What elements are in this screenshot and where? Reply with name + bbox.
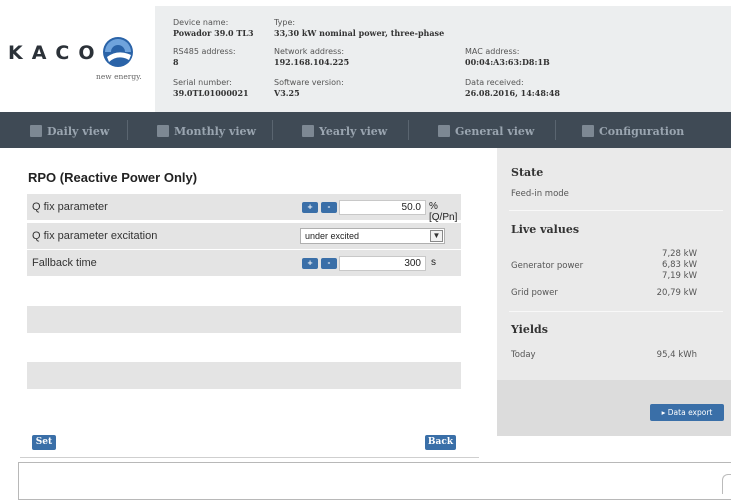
mac-address: MAC address: 00:04:A3:63:D8:1B [465,47,550,67]
message-box [18,462,731,500]
wrench-icon [582,125,594,137]
set-button[interactable]: Set [32,435,56,450]
device-name: Device name: Powador 39.0 TL3 [173,18,254,38]
device-info-panel: Device name: Powador 39.0 TL3 Type: 33,3… [155,6,731,112]
yield-today-value: 95,4 kWh [656,350,697,360]
q-fix-parameter-unit: %[Q/Pn] [429,201,458,223]
generator-power-value-3: 7,19 kW [662,271,697,281]
yearly-view-icon [302,125,314,137]
back-button[interactable]: Back [425,435,456,450]
decrement-button[interactable]: - [321,202,337,213]
q-fix-excitation-row: Q fix parameter excitation under excited… [27,223,461,249]
generator-power-value-1: 7,28 kW [662,249,697,259]
nav-configuration[interactable]: Configuration [582,123,684,139]
increment-button[interactable]: + [302,202,318,213]
nav-yearly-view[interactable]: Yearly view [302,123,387,139]
fallback-time-input[interactable]: 300 [339,256,426,271]
nav-daily-view[interactable]: Daily view [30,123,109,139]
yield-today-label: Today [511,350,536,360]
q-fix-parameter-input[interactable]: 50.0 [339,200,426,215]
software-version: Software version: V3.25 [274,78,344,98]
device-type: Type: 33,30 kW nominal power, three-phas… [274,18,445,38]
general-view-icon [438,125,450,137]
daily-view-icon [30,125,42,137]
divider [20,457,479,458]
nav-divider [127,120,128,140]
nav-monthly-view[interactable]: Monthly view [157,123,256,139]
increment-button[interactable]: + [302,258,318,269]
data-export-button[interactable]: ▸ Data export [650,404,724,421]
kaco-logo-mark-icon [103,37,133,67]
live-values-heading: Live values [511,223,580,236]
state-text: Feed-in mode [511,189,569,199]
chevron-down-icon[interactable]: ▼ [430,230,443,242]
state-heading: State [511,166,544,179]
divider [509,210,723,211]
decrement-button[interactable]: - [321,258,337,269]
network-address: Network address: 192.168.104.225 [274,47,350,67]
logo[interactable]: KACO new energy. [0,0,155,112]
q-fix-parameter-row: Q fix parameter + - 50.0 %[Q/Pn] [27,194,461,223]
fallback-time-row: Fallback time + - 300 s [27,250,461,276]
divider [509,311,723,312]
q-fix-parameter-label: Q fix parameter [32,201,108,213]
data-received: Data received: 26.08.2016, 14:48:48 [465,78,560,98]
logo-text: KACO [8,42,104,64]
settings-form: RPO (Reactive Power Only) Q fix paramete… [0,148,497,458]
q-fix-excitation-label: Q fix parameter excitation [32,230,158,242]
scrollbar[interactable] [722,474,731,494]
grid-power-value: 20,79 kW [656,288,697,298]
logo-tagline: new energy. [96,72,142,81]
nav-divider [272,120,273,140]
status-sidebar: State Feed-in mode Live values Generator… [497,148,731,436]
nav-divider [555,120,556,140]
excitation-select[interactable]: under excited ▼ [300,228,445,244]
generator-power-label: Generator power [511,261,584,271]
fallback-time-label: Fallback time [32,257,97,269]
page-title: RPO (Reactive Power Only) [28,170,198,185]
play-arrow-icon: ▸ [661,408,666,417]
grid-power-label: Grid power [511,288,558,298]
nav-divider [408,120,409,140]
empty-row [27,306,461,333]
monthly-view-icon [157,125,169,137]
nav-general-view[interactable]: General view [438,123,534,139]
header: KACO new energy. Device name: Powador 39… [0,0,731,112]
fallback-time-unit: s [431,257,436,268]
serial-number: Serial number: 39.0TL01000021 [173,78,249,98]
generator-power-value-2: 6,83 kW [662,260,697,270]
rs485-address: RS485 address: 8 [173,47,236,67]
yields-heading: Yields [511,323,548,336]
empty-row [27,362,461,389]
